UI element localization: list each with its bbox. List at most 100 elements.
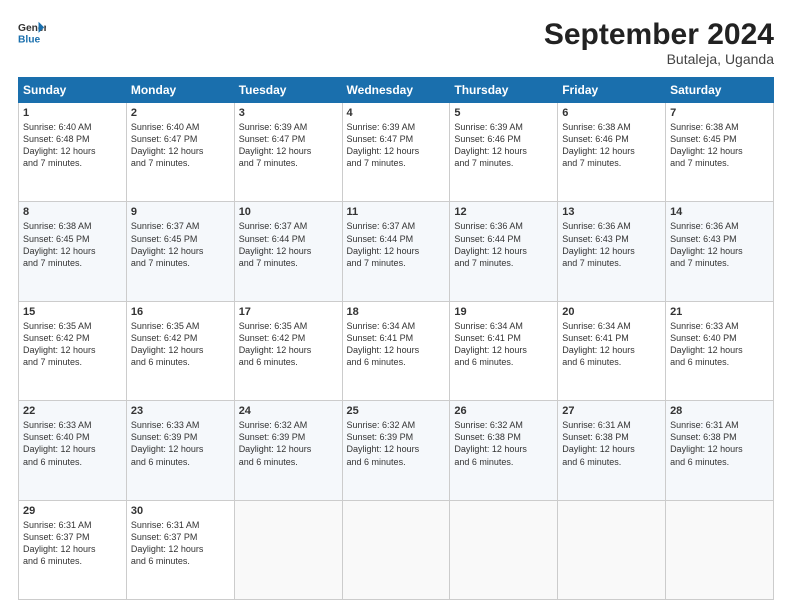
day-number: 18: [347, 306, 446, 318]
table-row: 18Sunrise: 6:34 AM Sunset: 6:41 PM Dayli…: [342, 301, 450, 400]
day-number: 6: [562, 107, 661, 119]
day-info: Sunrise: 6:37 AM Sunset: 6:45 PM Dayligh…: [131, 220, 230, 269]
day-number: 12: [454, 206, 553, 218]
col-thursday: Thursday: [450, 78, 558, 103]
col-sunday: Sunday: [19, 78, 127, 103]
svg-text:Blue: Blue: [18, 34, 41, 45]
table-row: [450, 500, 558, 599]
day-info: Sunrise: 6:36 AM Sunset: 6:43 PM Dayligh…: [562, 220, 661, 269]
table-row: 6 Sunrise: 6:38 AM Sunset: 6:46 PM Daylig…: [558, 103, 666, 202]
col-monday: Monday: [126, 78, 234, 103]
day-number: 22: [23, 405, 122, 417]
day-number: 2: [131, 107, 230, 119]
col-tuesday: Tuesday: [234, 78, 342, 103]
day-number: 30: [131, 505, 230, 517]
day-number: 3: [239, 107, 338, 119]
table-row: 7 Sunrise: 6:38 AM Sunset: 6:45 PM Daylig…: [666, 103, 774, 202]
table-row: 25Sunrise: 6:32 AM Sunset: 6:39 PM Dayli…: [342, 401, 450, 500]
day-info: Sunrise: 6:38 AM Sunset: 6:45 PM Dayligh…: [670, 121, 769, 170]
subtitle: Butaleja, Uganda: [544, 51, 774, 67]
day-number: 16: [131, 306, 230, 318]
day-number: 9: [131, 206, 230, 218]
table-row: 19Sunrise: 6:34 AM Sunset: 6:41 PM Dayli…: [450, 301, 558, 400]
table-row: 20 Sunrise: 6:34 AM Sunset: 6:41 PM Dayli…: [558, 301, 666, 400]
day-number: 17: [239, 306, 338, 318]
day-number: 13: [562, 206, 661, 218]
col-saturday: Saturday: [666, 78, 774, 103]
header: General Blue September 2024 Butaleja, Ug…: [18, 18, 774, 67]
col-wednesday: Wednesday: [342, 78, 450, 103]
day-number: 23: [131, 405, 230, 417]
day-number: 20: [562, 306, 661, 318]
title-block: September 2024 Butaleja, Uganda: [544, 18, 774, 67]
day-info: Sunrise: 6:34 AM Sunset: 6:41 PM Dayligh…: [562, 320, 661, 369]
day-info: Sunrise: 6:32 AM Sunset: 6:39 PM Dayligh…: [347, 419, 446, 468]
page: General Blue September 2024 Butaleja, Ug…: [0, 0, 792, 612]
calendar-table: Sunday Monday Tuesday Wednesday Thursday…: [18, 77, 774, 600]
table-row: 1 Sunrise: 6:40 AM Sunset: 6:48 PM Daylig…: [19, 103, 127, 202]
table-row: 14Sunrise: 6:36 AM Sunset: 6:43 PM Dayli…: [666, 202, 774, 301]
day-number: 7: [670, 107, 769, 119]
logo: General Blue: [18, 18, 46, 46]
day-number: 15: [23, 306, 122, 318]
day-info: Sunrise: 6:36 AM Sunset: 6:44 PM Dayligh…: [454, 220, 553, 269]
day-number: 1: [23, 107, 122, 119]
day-info: Sunrise: 6:33 AM Sunset: 6:40 PM Dayligh…: [670, 320, 769, 369]
table-row: 17 Sunrise: 6:35 AM Sunset: 6:42 PM Dayli…: [234, 301, 342, 400]
table-row: 23 Sunrise: 6:33 AM Sunset: 6:39 PM Dayli…: [126, 401, 234, 500]
day-number: 29: [23, 505, 122, 517]
day-info: Sunrise: 6:38 AM Sunset: 6:45 PM Dayligh…: [23, 220, 122, 269]
day-number: 28: [670, 405, 769, 417]
day-info: Sunrise: 6:39 AM Sunset: 6:47 PM Dayligh…: [347, 121, 446, 170]
day-info: Sunrise: 6:32 AM Sunset: 6:39 PM Dayligh…: [239, 419, 338, 468]
day-number: 5: [454, 107, 553, 119]
logo-icon: General Blue: [18, 18, 46, 46]
table-row: 3 Sunrise: 6:39 AM Sunset: 6:47 PM Daylig…: [234, 103, 342, 202]
table-row: [558, 500, 666, 599]
day-number: 4: [347, 107, 446, 119]
day-info: Sunrise: 6:38 AM Sunset: 6:46 PM Dayligh…: [562, 121, 661, 170]
table-row: 13 Sunrise: 6:36 AM Sunset: 6:43 PM Dayli…: [558, 202, 666, 301]
month-title: September 2024: [544, 18, 774, 51]
day-info: Sunrise: 6:35 AM Sunset: 6:42 PM Dayligh…: [239, 320, 338, 369]
day-info: Sunrise: 6:40 AM Sunset: 6:47 PM Dayligh…: [131, 121, 230, 170]
day-info: Sunrise: 6:40 AM Sunset: 6:48 PM Dayligh…: [23, 121, 122, 170]
table-row: [342, 500, 450, 599]
day-info: Sunrise: 6:39 AM Sunset: 6:47 PM Dayligh…: [239, 121, 338, 170]
day-info: Sunrise: 6:37 AM Sunset: 6:44 PM Dayligh…: [347, 220, 446, 269]
table-row: 9 Sunrise: 6:37 AM Sunset: 6:45 PM Daylig…: [126, 202, 234, 301]
table-row: 12 Sunrise: 6:36 AM Sunset: 6:44 PM Dayli…: [450, 202, 558, 301]
calendar-week-row: 22 Sunrise: 6:33 AM Sunset: 6:40 PM Dayli…: [19, 401, 774, 500]
day-number: 19: [454, 306, 553, 318]
day-number: 26: [454, 405, 553, 417]
calendar-week-row: 1 Sunrise: 6:40 AM Sunset: 6:48 PM Daylig…: [19, 103, 774, 202]
day-info: Sunrise: 6:39 AM Sunset: 6:46 PM Dayligh…: [454, 121, 553, 170]
table-row: 2 Sunrise: 6:40 AM Sunset: 6:47 PM Daylig…: [126, 103, 234, 202]
day-info: Sunrise: 6:33 AM Sunset: 6:40 PM Dayligh…: [23, 419, 122, 468]
day-number: 27: [562, 405, 661, 417]
calendar-week-row: 8Sunrise: 6:38 AM Sunset: 6:45 PM Daylig…: [19, 202, 774, 301]
day-info: Sunrise: 6:37 AM Sunset: 6:44 PM Dayligh…: [239, 220, 338, 269]
table-row: 15Sunrise: 6:35 AM Sunset: 6:42 PM Dayli…: [19, 301, 127, 400]
table-row: 30Sunrise: 6:31 AM Sunset: 6:37 PM Dayli…: [126, 500, 234, 599]
day-info: Sunrise: 6:35 AM Sunset: 6:42 PM Dayligh…: [131, 320, 230, 369]
table-row: 24 Sunrise: 6:32 AM Sunset: 6:39 PM Dayli…: [234, 401, 342, 500]
day-info: Sunrise: 6:31 AM Sunset: 6:38 PM Dayligh…: [562, 419, 661, 468]
table-row: 26Sunrise: 6:32 AM Sunset: 6:38 PM Dayli…: [450, 401, 558, 500]
calendar-header-row: Sunday Monday Tuesday Wednesday Thursday…: [19, 78, 774, 103]
day-info: Sunrise: 6:36 AM Sunset: 6:43 PM Dayligh…: [670, 220, 769, 269]
day-number: 24: [239, 405, 338, 417]
calendar-week-row: 29Sunrise: 6:31 AM Sunset: 6:37 PM Dayli…: [19, 500, 774, 599]
table-row: 11 Sunrise: 6:37 AM Sunset: 6:44 PM Dayli…: [342, 202, 450, 301]
day-number: 21: [670, 306, 769, 318]
day-info: Sunrise: 6:33 AM Sunset: 6:39 PM Dayligh…: [131, 419, 230, 468]
table-row: 16 Sunrise: 6:35 AM Sunset: 6:42 PM Dayli…: [126, 301, 234, 400]
table-row: [666, 500, 774, 599]
table-row: 22 Sunrise: 6:33 AM Sunset: 6:40 PM Dayli…: [19, 401, 127, 500]
table-row: 10Sunrise: 6:37 AM Sunset: 6:44 PM Dayli…: [234, 202, 342, 301]
table-row: 28 Sunrise: 6:31 AM Sunset: 6:38 PM Dayli…: [666, 401, 774, 500]
table-row: 8Sunrise: 6:38 AM Sunset: 6:45 PM Daylig…: [19, 202, 127, 301]
day-info: Sunrise: 6:31 AM Sunset: 6:38 PM Dayligh…: [670, 419, 769, 468]
day-number: 11: [347, 206, 446, 218]
table-row: 29Sunrise: 6:31 AM Sunset: 6:37 PM Dayli…: [19, 500, 127, 599]
